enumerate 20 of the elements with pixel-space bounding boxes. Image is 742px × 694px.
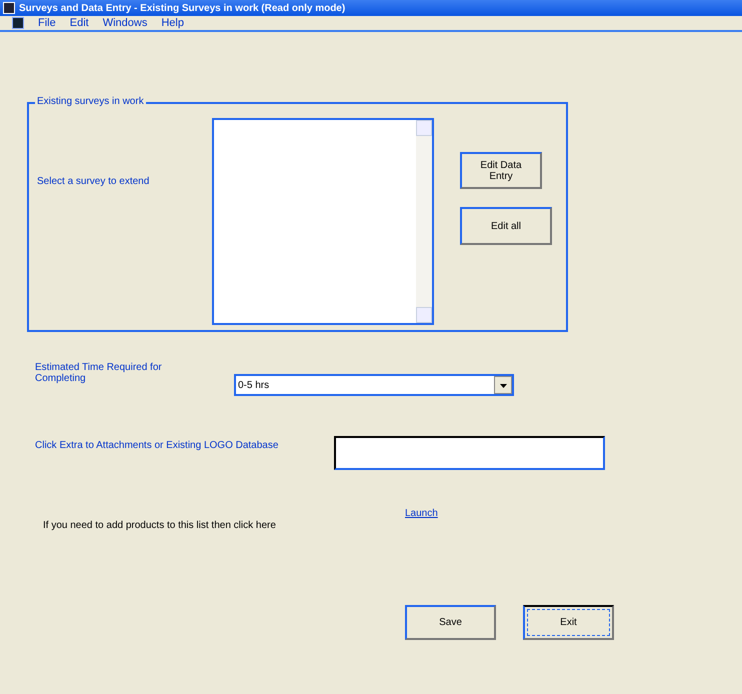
app-icon <box>3 2 15 14</box>
input-field[interactable] <box>334 436 605 470</box>
dialog-button[interactable]: Exit <box>523 605 614 640</box>
menu-item[interactable]: File <box>38 17 56 29</box>
group-title: Existing surveys in work <box>35 96 146 107</box>
field-label: Estimated Time Required for Completing <box>34 362 163 384</box>
launch-link[interactable]: Launch <box>405 508 438 519</box>
survey-list[interactable] <box>212 118 434 325</box>
field-label: Click Extra to Attachments or Existing LOGO Database <box>34 440 280 453</box>
instruction-text: If you need to add products to this list then click here <box>42 519 277 531</box>
window-title: Surveys and Data Entry - Existing Surveys in work (Read only mode) <box>19 2 346 14</box>
dialog-button[interactable]: Save <box>405 605 496 640</box>
action-button[interactable]: Edit Data Entry <box>460 152 542 189</box>
menu-item[interactable]: Edit <box>70 17 89 29</box>
action-button[interactable]: Edit all <box>460 207 552 245</box>
menu-item[interactable]: Windows <box>102 17 148 29</box>
time-dropdown[interactable]: 0-5 hrs <box>234 374 514 396</box>
scrollbar[interactable] <box>416 120 432 323</box>
field-label: Select a survey to extend <box>36 175 150 189</box>
menu-item[interactable]: Help <box>161 17 184 29</box>
